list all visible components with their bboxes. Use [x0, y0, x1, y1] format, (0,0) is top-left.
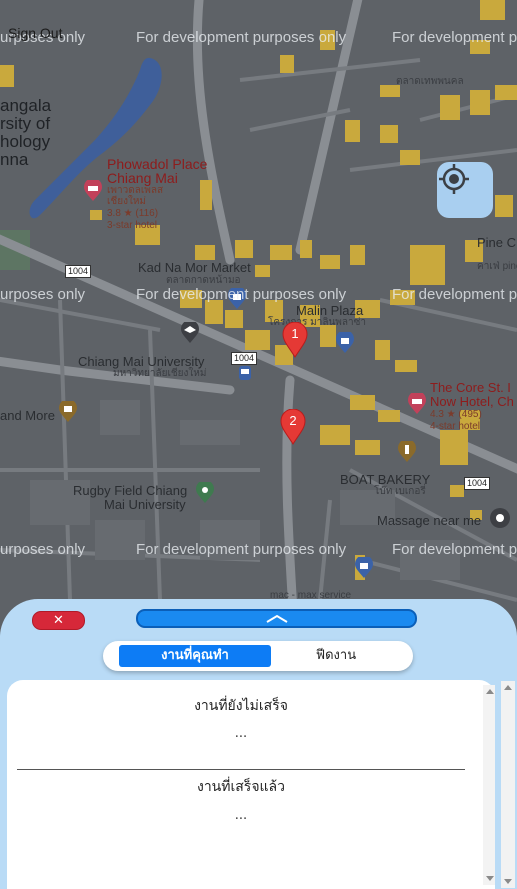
section-placeholder: ...	[234, 808, 248, 823]
map-label-boat-thai: โบ๊ท เบเกอรี่	[374, 486, 426, 497]
map-label-rating: 3.8 ★ (116)	[107, 208, 159, 219]
map-label-university: nna	[0, 150, 29, 169]
dev-watermark: For development p	[392, 286, 517, 303]
map-label-and-more[interactable]: and More	[0, 409, 55, 422]
dev-watermark: urposes only	[0, 286, 86, 303]
scroll-up-icon[interactable]	[486, 689, 494, 694]
dev-watermark: For development purposes only	[136, 286, 347, 303]
map-label-rugby: Mai University	[104, 497, 186, 512]
map-label-boat-bakery[interactable]: BOAT BAKERY	[340, 473, 430, 486]
map-label-now-hotel: Now Hotel, Ch	[430, 394, 514, 409]
restaurant-poi-icon[interactable]	[397, 441, 417, 463]
sign-out-link[interactable]: Sign Out	[8, 26, 62, 40]
map-label-university: rsity of	[0, 114, 51, 133]
chevron-up-icon	[265, 614, 288, 623]
map-label-university: hology	[0, 132, 51, 151]
crosshair-icon	[439, 164, 469, 194]
map-label-phowadol[interactable]: Phowadol Place	[107, 157, 207, 171]
my-location-button[interactable]	[437, 162, 493, 218]
map-label-pine-thai: คาเฟ่ pine	[477, 261, 517, 272]
road-shield: 1004	[65, 265, 92, 278]
park-poi-icon[interactable]	[195, 482, 215, 504]
road-shield: 1004	[464, 477, 491, 490]
map-label-class: 3-star hotel	[107, 220, 158, 231]
tab-job-feed[interactable]: ฟีดงาน	[275, 645, 397, 667]
map-label-core[interactable]: The Core St. I	[430, 381, 511, 394]
job-marker[interactable]: 2	[280, 409, 306, 445]
tab-my-jobs[interactable]: งานที่คุณทำ	[119, 645, 271, 667]
map-label-massage[interactable]: Massage near me	[377, 514, 481, 527]
sheet-scrollbar[interactable]	[501, 681, 515, 888]
expand-sheet-button[interactable]	[136, 609, 417, 628]
map-label-core-class: 4-star hotel	[430, 421, 481, 432]
map-label-phowadol-thai: เพาวดลเพลส	[107, 185, 164, 196]
map-label-cmu[interactable]: Chiang Mai University	[78, 355, 204, 368]
tab-bar: งานที่คุณทำ ฟีดงาน	[103, 641, 413, 671]
map-label-core-rating: 4.3 ★ (495)	[430, 409, 482, 420]
map-label-phowadol-thai: เชียงใหม่	[107, 196, 147, 207]
map-label-kad-na-mor-thai: ตลาดกาดหน้ามอ	[166, 275, 241, 286]
job-marker-label: 1	[291, 326, 299, 341]
section-title-finished: งานที่เสร็จแล้ว	[196, 779, 285, 795]
map-label-university: angala	[0, 96, 52, 115]
map-label-pine[interactable]: Pine C	[477, 236, 516, 249]
hotel-poi-icon[interactable]	[83, 180, 103, 202]
job-marker-label: 2	[289, 413, 297, 428]
close-button[interactable]: ✕	[32, 611, 85, 630]
scroll-down-icon[interactable]	[504, 879, 512, 884]
dev-watermark: For development p	[392, 29, 517, 46]
section-title-unfinished: งานที่ยังไม่เสร็จ	[194, 698, 288, 714]
jobs-panel[interactable]: งานที่ยังไม่เสร็จ ... งานที่เสร็จแล้ว ..…	[7, 680, 495, 889]
university-poi-icon[interactable]	[180, 322, 200, 344]
cafe-poi-icon[interactable]	[58, 401, 78, 423]
map-label-rugby[interactable]: Rugby Field Chiang	[73, 484, 187, 497]
dev-watermark: For development purposes only	[136, 29, 347, 46]
map-label-chiang-mai: Chiang Mai	[107, 170, 178, 186]
panel-scrollbar[interactable]	[483, 685, 495, 885]
map-label-market-thai: ตลาดเทพพนคล	[396, 76, 464, 87]
hotel-poi-icon[interactable]	[407, 393, 427, 415]
bus-stop-icon[interactable]	[238, 365, 252, 381]
road-shield: 1004	[231, 352, 258, 365]
dev-watermark: urposes only	[0, 541, 86, 558]
dev-watermark: For development purposes only	[136, 541, 347, 558]
map-label-malin-plaza[interactable]: Malin Plaza	[296, 304, 363, 317]
map-label-kad-na-mor[interactable]: Kad Na Mor Market	[138, 261, 251, 274]
dev-watermark: For development p	[392, 541, 517, 558]
section-divider	[17, 769, 465, 770]
scroll-up-icon[interactable]	[504, 685, 512, 690]
spa-poi-icon[interactable]	[489, 507, 511, 529]
shopping-poi-icon[interactable]	[335, 332, 355, 354]
job-marker[interactable]: 1	[282, 322, 308, 358]
section-placeholder: ...	[234, 726, 248, 741]
map-label-cmu-thai: มหาวิทยาลัยเชียงใหม่	[113, 368, 207, 379]
shopping-poi-icon[interactable]	[354, 557, 374, 579]
bottom-sheet: ✕ งานที่คุณทำ ฟีดงาน งานที่ยังไม่เสร็จ .…	[0, 599, 517, 889]
scroll-down-icon[interactable]	[486, 876, 494, 881]
